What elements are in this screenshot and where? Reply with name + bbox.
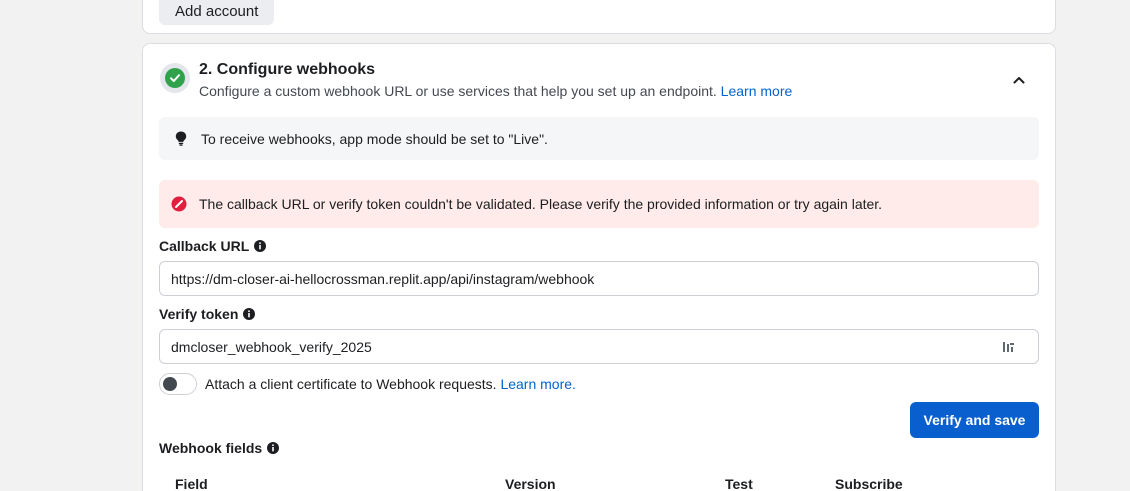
callback-url-value: https://dm-closer-ai-hellocrossman.repli… [171, 270, 595, 287]
info-icon[interactable] [267, 442, 280, 454]
learn-more-link[interactable]: Learn more [721, 83, 793, 99]
chevron-up-icon[interactable] [1009, 70, 1029, 90]
client-certificate-label: Attach a client certificate to Webhook r… [205, 376, 576, 392]
info-icon[interactable] [254, 240, 267, 252]
step-title: 2. Configure webhooks [199, 61, 376, 78]
verify-token-value: dmcloser_webhook_verify_2025 [171, 338, 372, 355]
webhook-fields-label: Webhook fields [159, 440, 280, 456]
column-header-field: Field [175, 476, 208, 491]
info-banner: To receive webhooks, app mode should be … [159, 117, 1039, 160]
callback-url-label: Callback URL [159, 238, 267, 254]
error-banner-text: The callback URL or verify token couldn'… [199, 196, 883, 212]
certificate-learn-more-link[interactable]: Learn more. [500, 376, 575, 392]
verify-token-input[interactable]: dmcloser_webhook_verify_2025 [159, 329, 1039, 364]
webhook-fields-label-text: Webhook fields [159, 440, 263, 456]
step-description: Configure a custom webhook URL or use se… [199, 83, 792, 99]
error-banner: The callback URL or verify token couldn'… [159, 180, 1039, 228]
configure-webhooks-card: 2. Configure webhooks Configure a custom… [142, 43, 1056, 491]
info-icon[interactable] [243, 308, 256, 320]
lightbulb-icon [173, 131, 189, 147]
verify-token-label-text: Verify token [159, 306, 239, 322]
verify-and-save-button[interactable]: Verify and save [910, 402, 1039, 438]
column-header-version: Version [505, 476, 556, 491]
callback-url-label-text: Callback URL [159, 238, 250, 254]
key-icon[interactable] [1002, 340, 1016, 354]
step-description-text: Configure a custom webhook URL or use se… [199, 83, 717, 99]
info-banner-text: To receive webhooks, app mode should be … [201, 130, 548, 147]
client-certificate-toggle[interactable] [159, 373, 197, 395]
toggle-knob [163, 377, 177, 391]
verify-token-label: Verify token [159, 306, 256, 322]
column-header-subscribe: Subscribe [835, 476, 903, 491]
client-certificate-label-text: Attach a client certificate to Webhook r… [205, 376, 497, 392]
previous-step-card: Add account [142, 0, 1056, 34]
add-account-button[interactable]: Add account [159, 0, 275, 25]
column-header-test: Test [725, 476, 753, 491]
check-icon [160, 63, 190, 93]
callback-url-input[interactable]: https://dm-closer-ai-hellocrossman.repli… [159, 261, 1039, 296]
error-icon [171, 196, 187, 212]
